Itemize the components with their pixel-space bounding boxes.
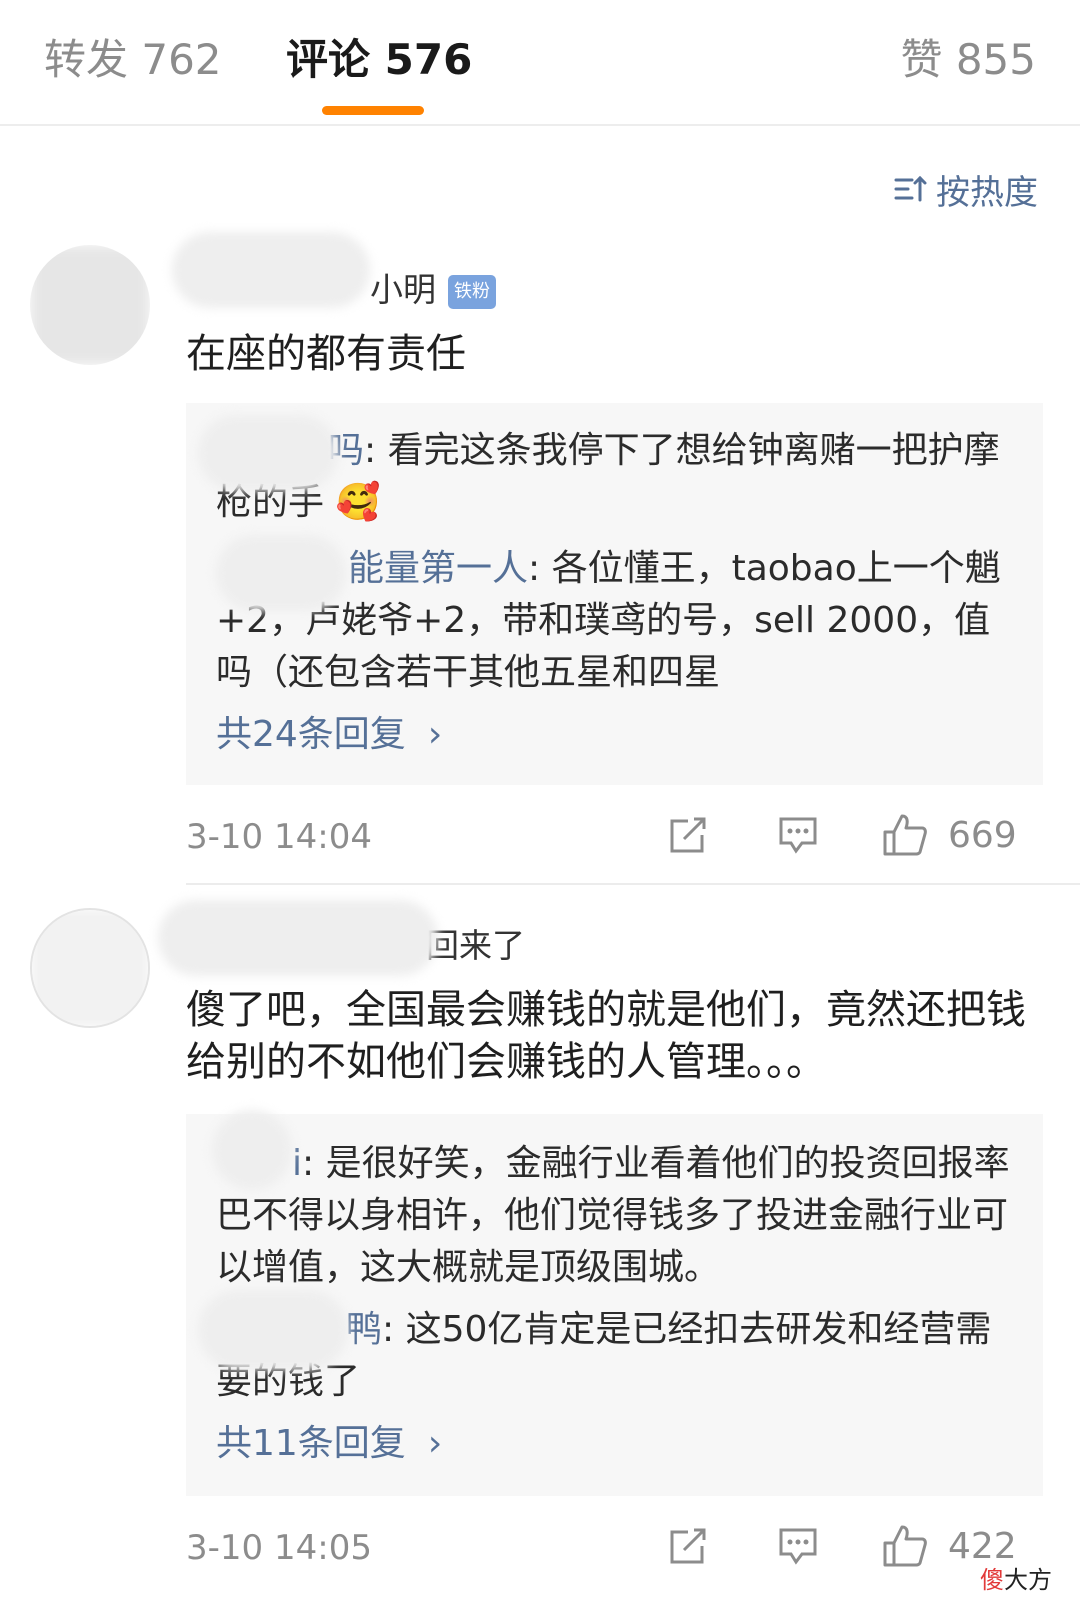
like-button[interactable]: 422 (882, 1523, 1017, 1569)
share-icon (670, 817, 706, 853)
sort-button[interactable]: 按热度 (894, 166, 1038, 213)
redacted-name (198, 1290, 348, 1370)
comment-icon (779, 1528, 817, 1565)
reply-box[interactable]: 吗: 看完这条我停下了想给钟离赌一把护摩枪的手 🥰 能量第一人: 各位懂王，ta… (186, 403, 1043, 785)
thumbs-up-icon (883, 1525, 927, 1567)
tab-comment[interactable]: 评论 576 (286, 30, 472, 90)
tab-like[interactable]: 赞 855 (900, 30, 1036, 90)
more-replies-link[interactable]: 共24条回复 › (216, 711, 442, 759)
repost-button[interactable] (668, 1526, 708, 1566)
avatar[interactable] (30, 908, 150, 1028)
divider (186, 883, 1080, 885)
reply-button[interactable] (778, 1526, 818, 1566)
sort-icon (894, 175, 927, 202)
tab-bar: 转发 762 评论 576 赞 855 (0, 0, 1080, 126)
reply: 吗: 看完这条我停下了想给钟离赌一把护摩枪的手 🥰 (198, 415, 1026, 529)
sort-label: 按热度 (936, 172, 1038, 213)
redacted-name (216, 535, 346, 611)
tab-repost[interactable]: 转发 762 (44, 30, 222, 90)
redacted-name (172, 232, 370, 308)
reply: i: 是很好笑，金融行业看着他们的投资回报率巴不得以身相许，他们觉得钱多了投进金… (212, 1110, 1026, 1294)
redacted-name (158, 900, 438, 976)
comment-text: 在座的都有责任 (186, 331, 466, 377)
chevron-right-icon: › (427, 1423, 443, 1464)
avatar[interactable] (30, 245, 150, 365)
comment-time: 3-10 14:04 (186, 817, 372, 857)
like-count: 422 (948, 1525, 1017, 1567)
comment-icon (779, 817, 817, 854)
repost-button[interactable] (668, 815, 708, 855)
reply: 鸭: 这50亿肯定是已经扣去研发和经营需要的钱了 (198, 1290, 1026, 1408)
comment-text: 傻了吧，全国最会赚钱的就是他们，竟然还把钱给别的不如他们会赚钱的人管理。。。 (186, 987, 1026, 1085)
thumbs-up-icon (883, 814, 927, 856)
more-replies-link[interactable]: 共11条回复 › (216, 1420, 442, 1468)
reply: 能量第一人: 各位懂王，taobao上一个魈+2，卢姥爷+2，带和璞鸢的号，se… (216, 535, 1026, 699)
fan-badge: 铁粉 (448, 275, 496, 309)
reply-button[interactable] (778, 815, 818, 855)
comment-time: 3-10 14:05 (186, 1528, 372, 1568)
share-icon (670, 1528, 706, 1564)
comment-author[interactable]: 小明 铁粉 (172, 232, 496, 312)
comment-author[interactable]: 回来了 (158, 900, 525, 976)
like-count: 669 (948, 814, 1017, 856)
reply-box[interactable]: i: 是很好笑，金融行业看着他们的投资回报率巴不得以身相许，他们觉得钱多了投进金… (186, 1110, 1043, 1496)
tab-active-indicator (322, 106, 424, 115)
redacted-name (198, 415, 338, 491)
like-button[interactable]: 669 (882, 812, 1017, 858)
watermark: 傻大方 (980, 1566, 1052, 1594)
smile-emoji-icon: 🥰 (335, 482, 381, 523)
redacted-name (212, 1110, 292, 1190)
chevron-right-icon: › (427, 714, 443, 755)
